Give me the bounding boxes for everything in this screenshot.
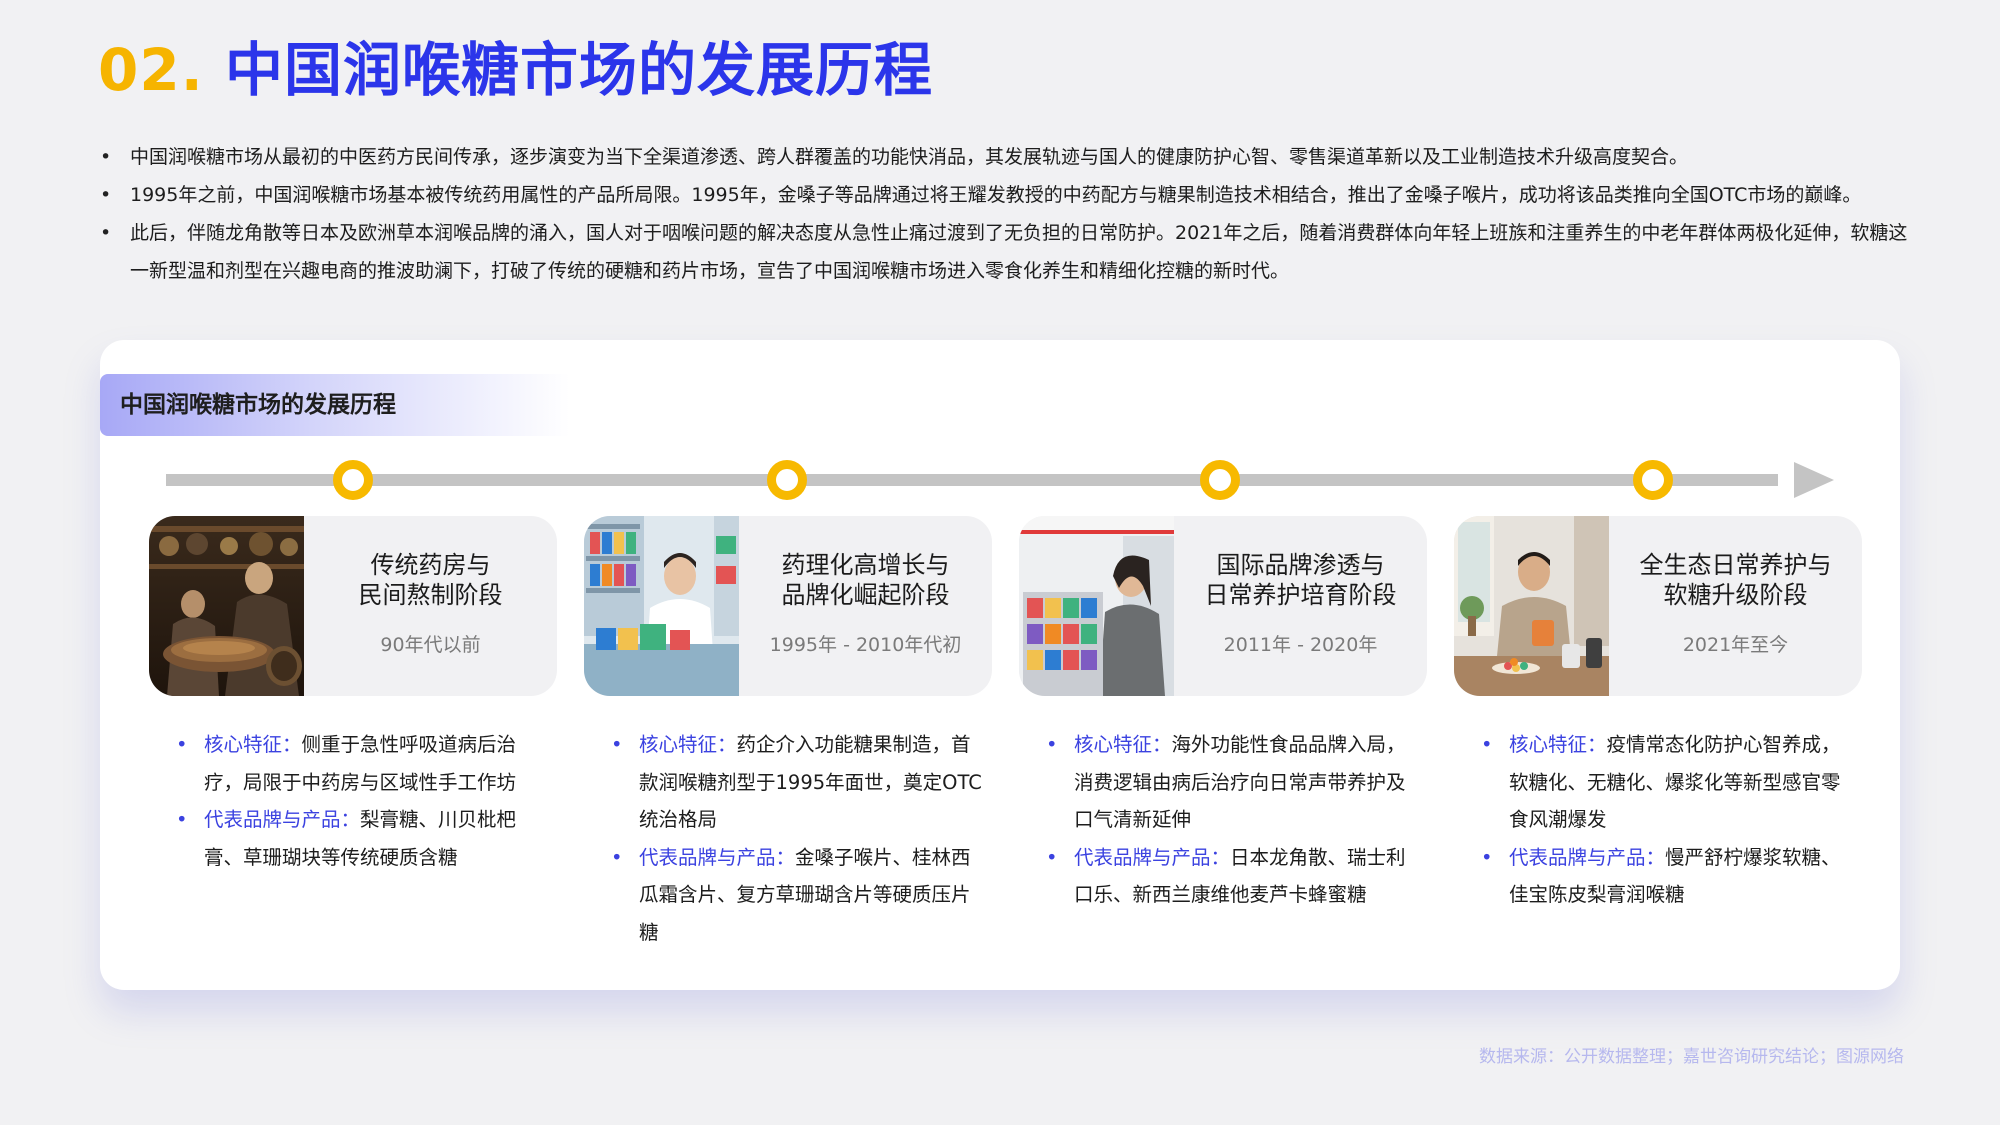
stage-text: 药理化高增长与 品牌化崛起阶段 1995年 - 2010年代初 xyxy=(739,516,992,696)
brands-label: 代表品牌与产品： xyxy=(1509,845,1666,869)
brands-item: 代表品牌与产品：梨膏糖、川贝枇杷膏、草珊瑚块等传统硬质含糖 xyxy=(172,801,552,876)
stage-title-line: 药理化高增长与 xyxy=(781,551,950,579)
stage-title-line: 民间熬制阶段 xyxy=(358,581,503,609)
stage-photo-home-desk xyxy=(1454,516,1609,696)
stage-title: 传统药房与 民间熬制阶段 xyxy=(304,550,557,610)
stage-card-traditional: 传统药房与 民间熬制阶段 90年代以前 xyxy=(149,516,557,696)
stage-period: 2021年至今 xyxy=(1682,634,1789,656)
intro-item: 此后，伴随龙角散等日本及欧洲草本润喉品牌的涌入，国人对于咽喉问题的解决态度从急性… xyxy=(98,214,1908,290)
section-number: 02. xyxy=(98,36,204,104)
stage-title: 药理化高增长与 品牌化崛起阶段 xyxy=(739,550,992,610)
core-feature-item: 核心特征：海外功能性食品品牌入局，消费逻辑由病后治疗向日常声带养护及口气清新延伸 xyxy=(1042,726,1422,839)
brands-label: 代表品牌与产品： xyxy=(204,808,361,831)
stage-photo-convenience-store xyxy=(1019,516,1174,696)
stage-text: 传统药房与 民间熬制阶段 90年代以前 xyxy=(304,516,557,696)
core-feature-label: 核心特征： xyxy=(1509,733,1607,756)
intro-item: 中国润喉糖市场从最初的中医药方民间传承，逐步演变为当下全渠道渗透、跨人群覆盖的功… xyxy=(98,138,1908,176)
panel-heading: 中国润喉糖市场的发展历程 xyxy=(100,374,570,436)
timeline-dot xyxy=(767,460,807,500)
brands-item: 代表品牌与产品：日本龙角散、瑞士利口乐、新西兰康维他麦芦卡蜂蜜糖 xyxy=(1042,839,1422,914)
core-feature-label: 核心特征： xyxy=(1074,733,1172,756)
core-feature-item: 核心特征：疫情常态化防护心智养成，软糖化、无糖化、爆浆化等新型感官零食风潮爆发 xyxy=(1477,726,1857,839)
stage-title-line: 品牌化崛起阶段 xyxy=(781,581,950,609)
stage-details-international: 核心特征：海外功能性食品品牌入局，消费逻辑由病后治疗向日常声带养护及口气清新延伸… xyxy=(1042,726,1422,914)
stage-title: 国际品牌渗透与 日常养护培育阶段 xyxy=(1174,550,1427,610)
core-feature-item: 核心特征：侧重于急性呼吸道病后治疗，局限于中药房与区域性手工作坊 xyxy=(172,726,552,801)
stage-card-international: 国际品牌渗透与 日常养护培育阶段 2011年 - 2020年 xyxy=(1019,516,1427,696)
page-title: 02. 中国润喉糖市场的发展历程 xyxy=(98,30,933,110)
stage-details-soft-candy: 核心特征：疫情常态化防护心智养成，软糖化、无糖化、爆浆化等新型感官零食风潮爆发 … xyxy=(1477,726,1857,914)
stage-card-soft-candy: 全生态日常养护与 软糖升级阶段 2021年至今 xyxy=(1454,516,1862,696)
timeline-dot xyxy=(1633,460,1673,500)
intro-item: 1995年之前，中国润喉糖市场基本被传统药用属性的产品所局限。1995年，金嗓子… xyxy=(98,176,1908,214)
stage-title-line: 全生态日常养护与 xyxy=(1639,551,1832,579)
stage-photo-pharmacy xyxy=(584,516,739,696)
timeline-dot xyxy=(1200,460,1240,500)
core-feature-label: 核心特征： xyxy=(204,733,302,756)
source-note: 数据来源：公开数据整理；嘉世咨询研究结论；图源网络 xyxy=(1479,1047,1904,1067)
section-title: 中国润喉糖市场的发展历程 xyxy=(224,36,933,104)
brands-label: 代表品牌与产品： xyxy=(639,845,796,869)
stage-title-line: 国际品牌渗透与 xyxy=(1216,551,1385,579)
timeline-arrow-icon xyxy=(1794,462,1834,498)
timeline-panel: 中国润喉糖市场的发展历程 传统药房与 民间熬制阶段 90年代以前 药理化高增长与… xyxy=(100,340,1900,990)
timeline-dot xyxy=(333,460,373,500)
core-feature-item: 核心特征：药企介入功能糖果制造，首款润喉糖剂型于1995年面世，奠定OTC统治格… xyxy=(607,726,987,839)
stage-text: 国际品牌渗透与 日常养护培育阶段 2011年 - 2020年 xyxy=(1174,516,1427,696)
timeline-line xyxy=(166,474,1778,486)
stage-period: 90年代以前 xyxy=(380,634,481,656)
stage-card-pharma: 药理化高增长与 品牌化崛起阶段 1995年 - 2010年代初 xyxy=(584,516,992,696)
stage-title-line: 传统药房与 xyxy=(370,551,491,579)
stage-details-traditional: 核心特征：侧重于急性呼吸道病后治疗，局限于中药房与区域性手工作坊 代表品牌与产品… xyxy=(172,726,552,876)
stage-text: 全生态日常养护与 软糖升级阶段 2021年至今 xyxy=(1609,516,1862,696)
intro-list: 中国润喉糖市场从最初的中医药方民间传承，逐步演变为当下全渠道渗透、跨人群覆盖的功… xyxy=(98,138,1908,290)
stage-title-line: 日常养护培育阶段 xyxy=(1204,581,1397,609)
brands-item: 代表品牌与产品：慢严舒柠爆浆软糖、佳宝陈皮梨膏润喉糖 xyxy=(1477,839,1857,914)
stage-details-pharma: 核心特征：药企介入功能糖果制造，首款润喉糖剂型于1995年面世，奠定OTC统治格… xyxy=(607,726,987,951)
core-feature-label: 核心特征： xyxy=(639,733,737,756)
stage-period: 2011年 - 2020年 xyxy=(1223,634,1378,656)
stage-period: 1995年 - 2010年代初 xyxy=(769,634,962,656)
stage-title-line: 软糖升级阶段 xyxy=(1663,581,1808,609)
stage-photo-traditional-workshop xyxy=(149,516,304,696)
brands-item: 代表品牌与产品：金嗓子喉片、桂林西瓜霜含片、复方草珊瑚含片等硬质压片糖 xyxy=(607,839,987,952)
brands-label: 代表品牌与产品： xyxy=(1074,845,1231,869)
stage-title: 全生态日常养护与 软糖升级阶段 xyxy=(1609,550,1862,610)
